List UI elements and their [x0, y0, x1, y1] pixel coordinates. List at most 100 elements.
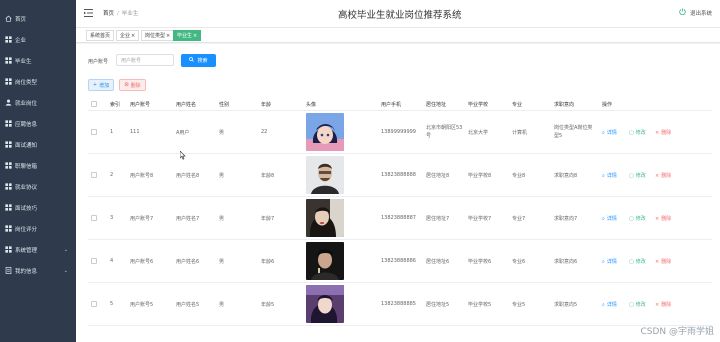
detail-button[interactable]: ⌕ 详情 — [602, 172, 617, 180]
add-button[interactable]: + 增加 — [88, 79, 114, 91]
search-input[interactable]: 用户账号 — [116, 54, 174, 66]
cell-gender: 男 — [219, 130, 225, 136]
row-checkbox[interactable] — [91, 129, 97, 135]
avatar — [306, 113, 344, 151]
cell-school: 北京大学 — [468, 130, 489, 136]
grid-icon — [5, 78, 12, 85]
edit-button[interactable]: ▢ 修改 — [629, 215, 646, 223]
detail-button[interactable]: ⌕ 详情 — [602, 215, 617, 223]
batch-delete-button[interactable]: ⊠ 删除 — [119, 79, 146, 91]
sidebar-item-1[interactable]: 企业 — [0, 29, 76, 50]
sidebar-item-12[interactable]: 我的信息 ⌄ — [0, 260, 76, 281]
cell-account: 用户账号5 — [130, 302, 154, 308]
edit-button[interactable]: ▢ 修改 — [629, 258, 646, 266]
detail-button[interactable]: ⌕ 详情 — [602, 258, 617, 266]
column-header: 操作 — [602, 102, 613, 108]
search-button[interactable]: 搜索 — [181, 54, 216, 67]
cell-school: 毕业学校8 — [468, 173, 492, 179]
sidebar-item-label: 面试通知 — [15, 142, 38, 149]
tab-1[interactable]: 企业 × — [116, 30, 140, 41]
cell-name: A用户 — [176, 130, 190, 136]
delete-button[interactable]: × 删除 — [655, 129, 671, 137]
edit-icon: ▢ — [629, 129, 634, 136]
delete-button[interactable]: × 删除 — [655, 301, 672, 309]
row-checkbox[interactable] — [91, 215, 97, 221]
tab-label: 企业 — [120, 33, 131, 39]
user-icon — [5, 99, 12, 106]
add-button-label: 增加 — [99, 82, 110, 89]
row-checkbox[interactable] — [91, 172, 97, 178]
grid-icon — [5, 36, 12, 43]
close-icon[interactable]: × — [131, 33, 135, 39]
sidebar-item-6[interactable]: 面试通知 — [0, 134, 76, 155]
edit-button[interactable]: ▢ 修改 — [629, 301, 646, 309]
sidebar-item-11[interactable]: 系统管理 ⌄ — [0, 239, 76, 260]
chevron-down-icon: ⌄ — [63, 246, 68, 253]
sidebar-item-4[interactable]: 就业岗位 — [0, 92, 76, 113]
delete-button[interactable]: × 删除 — [655, 215, 672, 223]
edit-label: 修改 — [635, 173, 646, 179]
delete-label: 删除 — [661, 302, 672, 308]
cell-account: 用户账号6 — [130, 259, 154, 265]
avatar — [306, 242, 344, 280]
cell-school: 毕业学校5 — [468, 302, 492, 308]
cell-index: 2 — [110, 172, 114, 178]
sidebar-item-3[interactable]: 岗位类型 — [0, 71, 76, 92]
tab-3[interactable]: 毕业生 × — [173, 30, 202, 41]
sidebar-item-5[interactable]: 应聘信息 — [0, 113, 76, 134]
detail-button[interactable]: ⌕ 详情 — [602, 129, 617, 137]
menu-toggle-icon[interactable] — [84, 9, 93, 17]
sidebar-item-label: 就业岗位 — [15, 100, 38, 107]
breadcrumb-home[interactable]: 首页 — [103, 11, 114, 17]
search-icon: ⌕ — [602, 301, 605, 308]
cell-age: 年龄6 — [261, 259, 275, 265]
column-header: 毕业学校 — [468, 102, 489, 108]
grid-icon — [5, 246, 12, 253]
cell-age: 年龄5 — [261, 302, 275, 308]
close-icon[interactable]: × — [193, 33, 197, 39]
row-checkbox[interactable] — [91, 258, 97, 264]
sidebar-item-2[interactable]: 毕业生 — [0, 50, 76, 71]
tab-2[interactable]: 岗位类型 × — [141, 30, 175, 41]
table-row: 3 用户账号7 用户姓名7 男 年龄7 13823888887 居住地址7 毕业学校7 专业7 求… — [88, 197, 712, 240]
watermark: CSDN @宇雨学姐 — [640, 327, 714, 337]
cell-account: 用户账号7 — [130, 216, 154, 222]
tab-label: 岗位类型 — [145, 33, 166, 39]
cell-school: 毕业学校6 — [468, 259, 492, 265]
select-all-checkbox[interactable] — [91, 101, 97, 107]
cell-address: 北京市朝阳区53号 — [426, 125, 463, 139]
search-icon: ⌕ — [602, 129, 605, 136]
sidebar-item-8[interactable]: 就业协议 — [0, 176, 76, 197]
edit-icon: ▢ — [629, 215, 634, 222]
cell-name: 用户姓名6 — [176, 259, 200, 265]
cell-phone: 13899999999 — [381, 129, 416, 135]
grid-icon — [5, 225, 12, 232]
sidebar-item-7[interactable]: 职聊信箱 — [0, 155, 76, 176]
table-header: 索引 用户账号 用户姓名 性别 年龄 头像 用户手机 居住地址 毕业学校 专业 求职意向 操作 — [88, 97, 712, 111]
edit-button[interactable]: ▢ 修改 — [629, 129, 646, 137]
delete-label: 删除 — [661, 216, 672, 222]
table-row: 2 用户账号8 用户姓名8 男 年龄8 13823888888 居住地址8 毕业学校8 专业8 求… — [88, 154, 712, 197]
detail-button[interactable]: ⌕ 详情 — [602, 301, 617, 309]
home-icon — [5, 15, 12, 22]
sidebar-item-label: 职聊信箱 — [15, 163, 38, 170]
cell-major: 专业6 — [512, 259, 526, 265]
delete-button[interactable]: × 删除 — [655, 258, 671, 266]
cell-age: 年龄8 — [261, 173, 275, 179]
row-checkbox[interactable] — [91, 301, 97, 307]
cell-school: 毕业学校7 — [468, 216, 492, 222]
batch-delete-label: 删除 — [130, 82, 141, 89]
close-icon[interactable]: × — [166, 33, 170, 39]
delete-button[interactable]: × 删除 — [655, 172, 671, 180]
edit-button[interactable]: ▢ 修改 — [629, 172, 646, 180]
logout-button[interactable]: 退出系统 — [679, 8, 712, 17]
avatar — [306, 156, 344, 194]
sidebar-item-10[interactable]: 岗位评分 — [0, 218, 76, 239]
sidebar-item-9[interactable]: 面试技巧 — [0, 197, 76, 218]
cell-index: 5 — [110, 301, 114, 307]
sidebar-item-0[interactable]: 首页 — [0, 8, 76, 29]
tab-0[interactable]: 系统首页 — [86, 30, 115, 41]
edit-label: 修改 — [635, 302, 646, 308]
cell-intent: 求职意向6 — [554, 259, 578, 265]
sidebar-item-label: 应聘信息 — [15, 121, 38, 128]
